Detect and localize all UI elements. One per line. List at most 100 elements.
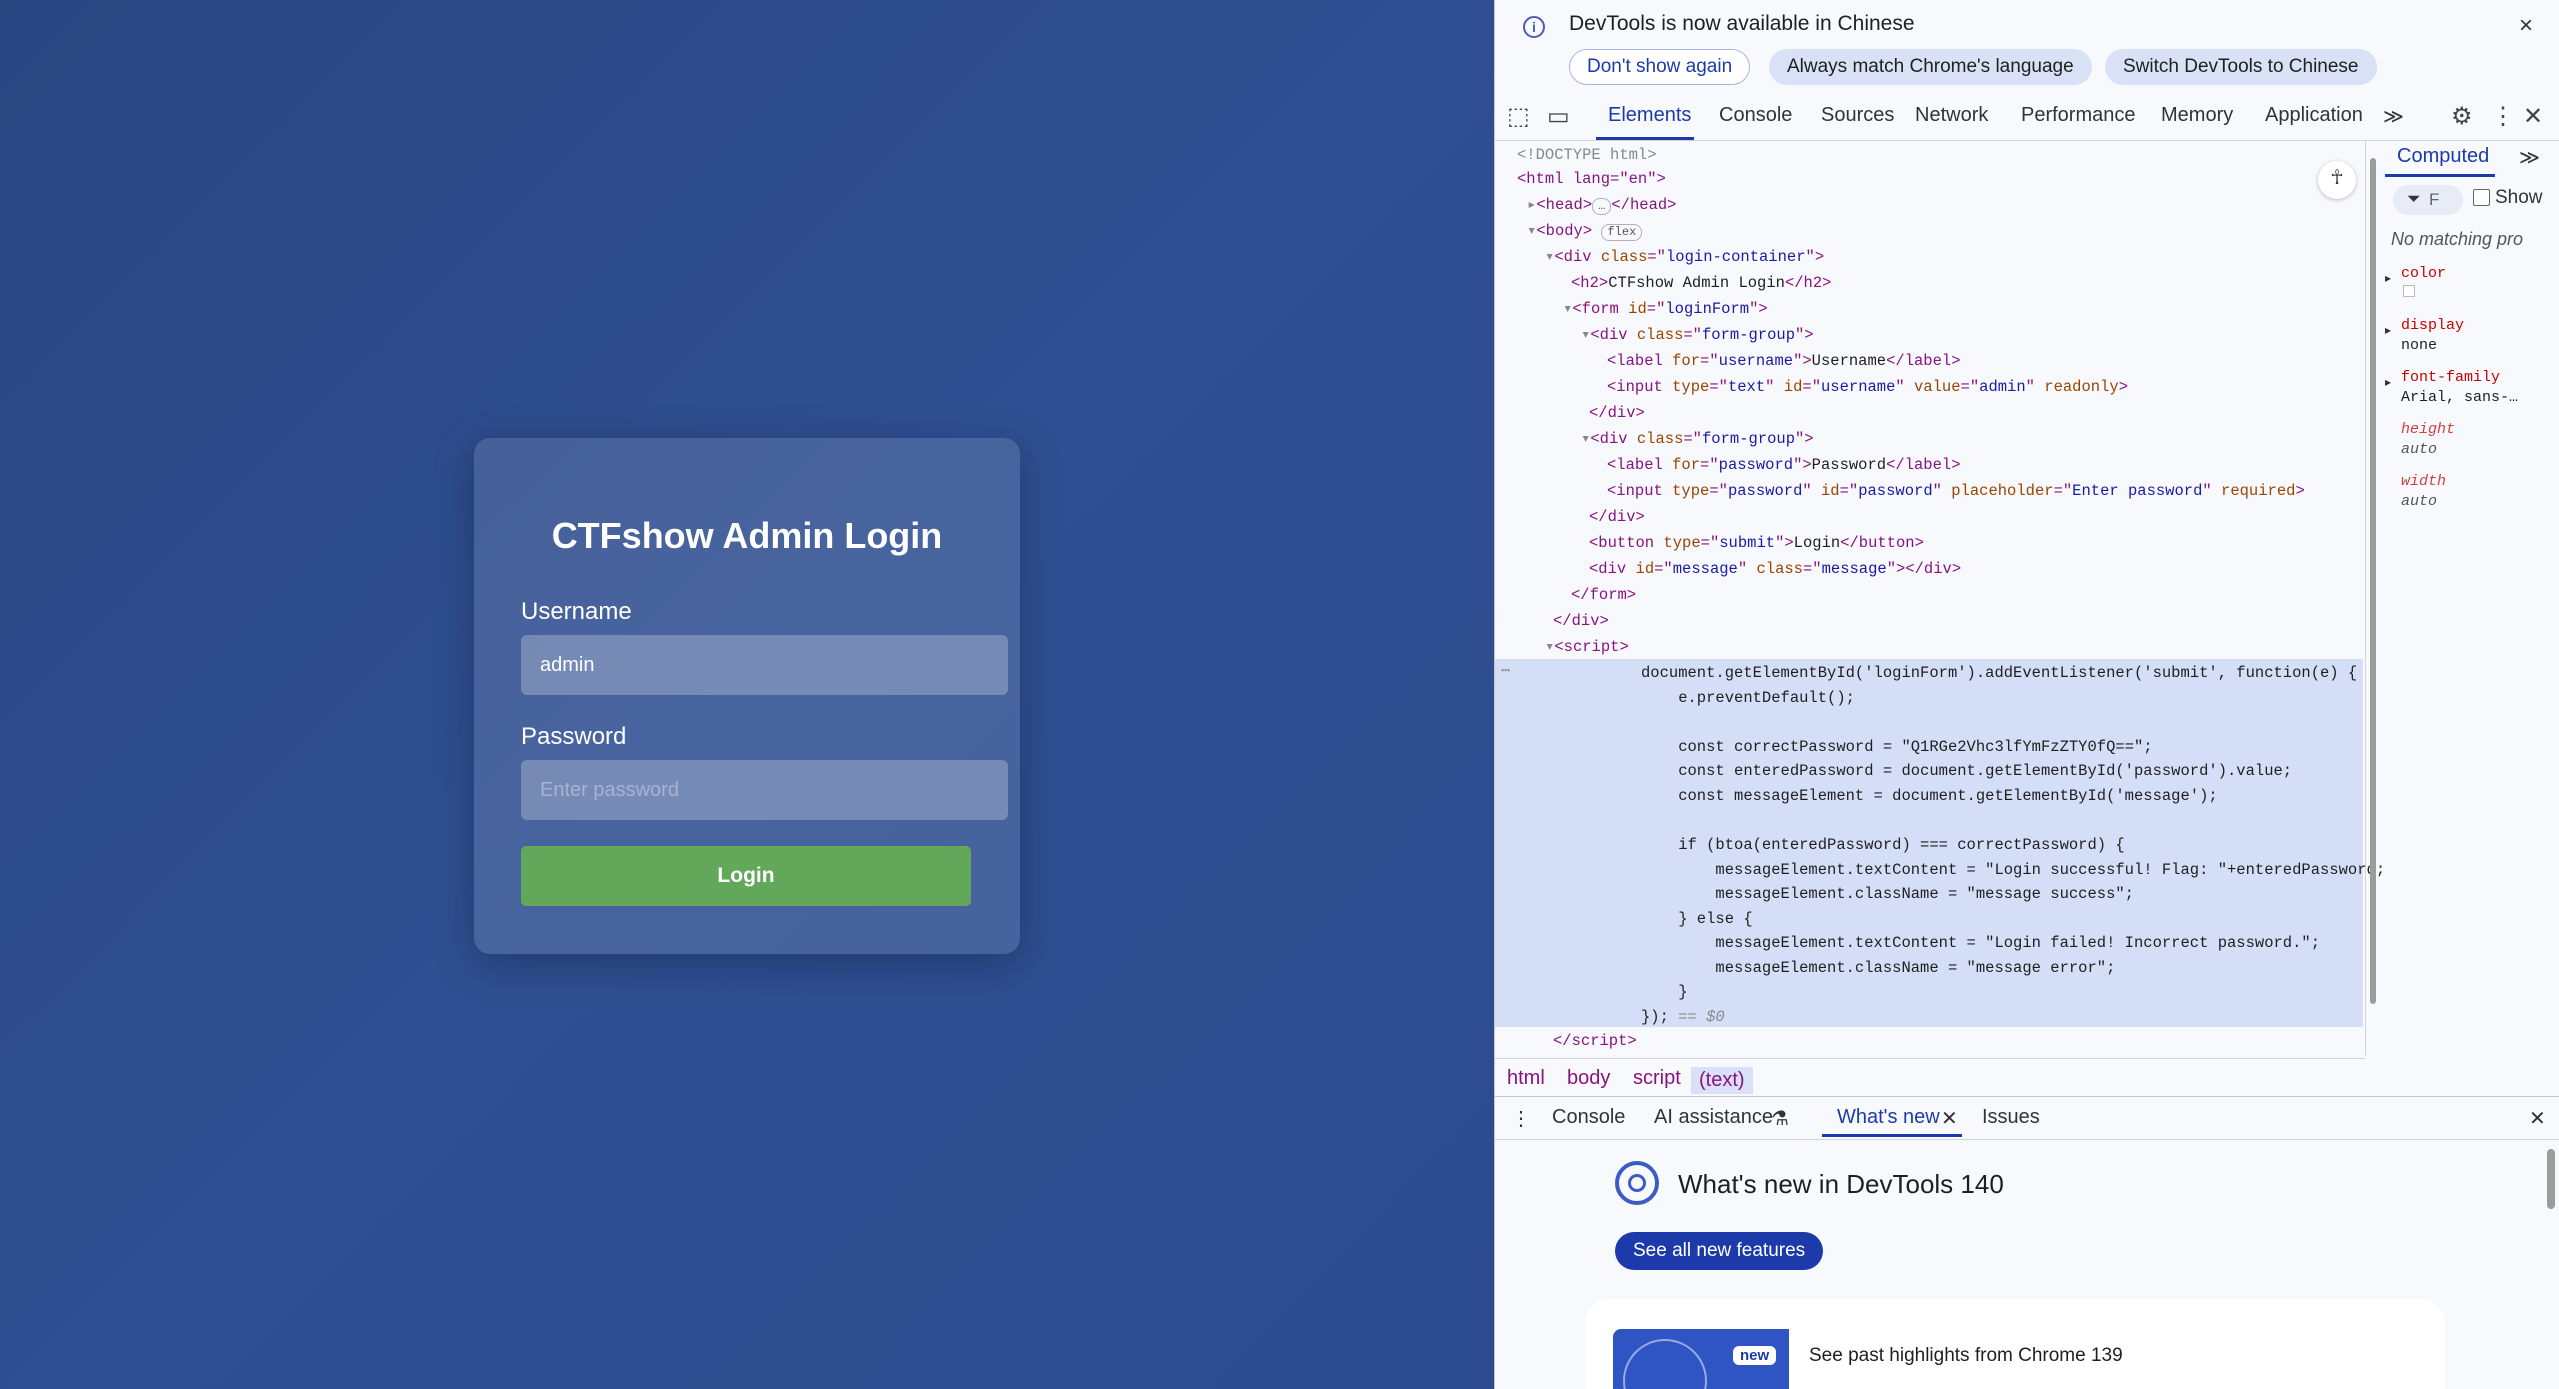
html-node[interactable]: <html lang="en">	[1517, 167, 1666, 191]
form-group-node[interactable]: ▾<div class="form-group">	[1581, 427, 1814, 451]
more-tabs-icon[interactable]: ≫	[2383, 104, 2404, 129]
script-line: if (btoa(enteredPassword) === correctPas…	[1641, 836, 2125, 854]
script-close-node[interactable]: </script>	[1553, 1029, 1637, 1053]
drawer-tab-issues[interactable]: Issues	[1982, 1106, 2040, 1129]
expand-arrow-icon[interactable]: ▸	[1527, 196, 1536, 214]
label-password-node[interactable]: <label for="password">Password</label>	[1607, 453, 1961, 477]
collapse-arrow-icon[interactable]: ▾	[1527, 222, 1536, 240]
tab-memory[interactable]: Memory	[2161, 104, 2233, 127]
scrollbar-thumb[interactable]	[2370, 158, 2376, 1004]
username-input[interactable]	[521, 635, 1008, 695]
div-close-node[interactable]: </div>	[1553, 609, 1609, 633]
tab-computed[interactable]: Computed	[2397, 145, 2489, 168]
whats-new-panel: What's new in DevTools 140 See all new f…	[1495, 1139, 2559, 1389]
tab-sources[interactable]: Sources	[1821, 104, 1894, 127]
message-div-node[interactable]: <div id="message" class="message"></div>	[1589, 557, 1961, 581]
expand-arrow-icon[interactable]: ▸	[2385, 269, 2391, 287]
breadcrumb-text[interactable]: (text)	[1691, 1067, 1753, 1094]
dont-show-again-button[interactable]: Don't show again	[1569, 49, 1751, 85]
login-container-node[interactable]: ▾<div class="login-container">	[1545, 245, 1824, 269]
gear-icon[interactable]: ⚙	[2451, 102, 2473, 131]
script-line: const enteredPassword = document.getElem…	[1641, 762, 2293, 780]
drawer-tab-whats-new[interactable]: What's new	[1837, 1106, 1940, 1129]
input-username-node[interactable]: <input type="text" id="username" value="…	[1607, 375, 2128, 399]
breadcrumb-script[interactable]: script	[1633, 1067, 1681, 1090]
script-line: }	[1641, 983, 1688, 1001]
doctype-node[interactable]: <!DOCTYPE html>	[1517, 143, 1657, 167]
script-node[interactable]: ▾<script>	[1545, 635, 1629, 659]
body-node[interactable]: ▾<body> flex	[1527, 219, 1643, 243]
computed-prop-name: height	[2401, 421, 2456, 438]
form-node[interactable]: ▾<form id="loginForm">	[1563, 297, 1768, 321]
switch-language-button[interactable]: Switch DevTools to Chinese	[2105, 49, 2377, 85]
match-language-button[interactable]: Always match Chrome's language	[1769, 49, 2092, 85]
color-swatch[interactable]	[2403, 285, 2415, 297]
input-password-node[interactable]: <input type="password" id="password" pla…	[1607, 479, 2305, 503]
drawer-tab-ai-assistance[interactable]: AI assistance	[1654, 1106, 1773, 1129]
kebab-menu-icon[interactable]: ⋮	[2491, 102, 2515, 131]
computed-prop-name: color	[2401, 265, 2447, 282]
show-all-label: Show	[2495, 187, 2543, 208]
div-close-node[interactable]: </div>	[1589, 401, 1645, 425]
see-all-features-button[interactable]: See all new features	[1615, 1232, 1824, 1270]
expand-arrow-icon[interactable]: ▸	[2385, 373, 2391, 391]
active-tab-indicator	[1596, 137, 1694, 140]
tab-network[interactable]: Network	[1915, 104, 1988, 127]
close-drawer-icon[interactable]: ✕	[2529, 1106, 2546, 1131]
drawer-scrollbar[interactable]	[2547, 1149, 2555, 1209]
highlight-card[interactable]: new See past highlights from Chrome 139	[1585, 1299, 2445, 1389]
form-group-node[interactable]: ▾<div class="form-group">	[1581, 323, 1814, 347]
form-close-node[interactable]: </form>	[1571, 583, 1636, 607]
script-line: messageElement.textContent = "Login succ…	[1641, 861, 2386, 879]
web-page: CTFshow Admin Login Username Password Lo…	[0, 0, 1494, 1389]
device-toolbar-icon[interactable]: ▭	[1547, 102, 1570, 131]
infobar-message: DevTools is now available in Chinese	[1569, 12, 1915, 35]
breadcrumb-body[interactable]: body	[1567, 1067, 1610, 1090]
drawer-menu-icon[interactable]: ⋮	[1511, 1106, 1531, 1131]
script-line: messageElement.textContent = "Login fail…	[1641, 934, 2321, 952]
div-close-node[interactable]: </div>	[1589, 505, 1645, 529]
computed-prop-value: auto	[2401, 441, 2438, 458]
script-line: const messageElement = document.getEleme…	[1641, 787, 2218, 805]
accessibility-tree-icon[interactable]: ☥	[2318, 161, 2356, 199]
elements-tree: <!DOCTYPE html> <html lang="en"> ▸<head>…	[1495, 141, 2385, 1055]
elements-scrollbar[interactable]	[2368, 140, 2378, 1052]
tab-elements[interactable]: Elements	[1608, 104, 1691, 127]
drawer-tab-console[interactable]: Console	[1552, 1106, 1625, 1129]
expand-arrow-icon[interactable]: ▸	[2385, 321, 2391, 339]
info-icon: i	[1523, 16, 1545, 38]
login-button[interactable]: Login	[521, 846, 971, 906]
filter-icon: ⏷	[2407, 189, 2421, 208]
username-label: Username	[521, 598, 632, 625]
computed-styles-pane: Computed ≫ ⏷ F Show No matching pro ▸ co…	[2385, 141, 2559, 1091]
chrome-logo-icon	[1615, 1161, 1659, 1205]
close-devtools-icon[interactable]: ✕	[2523, 102, 2543, 131]
head-node[interactable]: ▸<head>… </head>	[1527, 193, 1676, 217]
tab-console[interactable]: Console	[1719, 104, 1792, 127]
computed-prop-value: Arial, sans-…	[2401, 389, 2519, 406]
more-options-icon[interactable]: ⋯	[1501, 659, 1510, 683]
breadcrumb-html[interactable]: html	[1507, 1067, 1545, 1090]
script-line: }); == $0	[1641, 1008, 1725, 1026]
devtools-panel: i DevTools is now available in Chinese ×…	[1494, 0, 2559, 1389]
script-line: e.preventDefault();	[1641, 689, 1855, 707]
button-node[interactable]: <button type="submit">Login</button>	[1589, 531, 1924, 555]
filter-input[interactable]: ⏷ F	[2393, 185, 2463, 215]
flask-icon: ⚗	[1771, 1108, 1789, 1130]
password-label: Password	[521, 723, 627, 750]
active-tab-indicator	[2385, 174, 2495, 177]
show-all-checkbox[interactable]	[2473, 189, 2490, 206]
inspect-element-icon[interactable]: ⬚	[1507, 102, 1530, 131]
password-input[interactable]	[521, 760, 1008, 820]
script-line: messageElement.className = "message succ…	[1641, 885, 2134, 903]
label-username-node[interactable]: <label for="username">Username</label>	[1607, 349, 1961, 373]
highlight-link[interactable]: See past highlights from Chrome 139	[1809, 1345, 2123, 1367]
script-line: document.getElementById('loginForm').add…	[1641, 664, 2358, 682]
tab-application[interactable]: Application	[2265, 104, 2363, 127]
close-icon[interactable]: ×	[2519, 12, 2533, 40]
more-tabs-icon[interactable]: ≫	[2519, 145, 2540, 170]
tab-performance[interactable]: Performance	[2021, 104, 2136, 127]
drawer-tabbar: ⋮ Console AI assistance ⚗ What's new ✕ I…	[1495, 1096, 2559, 1140]
h2-node[interactable]: <h2>CTFshow Admin Login</h2>	[1571, 271, 1831, 295]
close-tab-icon[interactable]: ✕	[1941, 1106, 1958, 1131]
